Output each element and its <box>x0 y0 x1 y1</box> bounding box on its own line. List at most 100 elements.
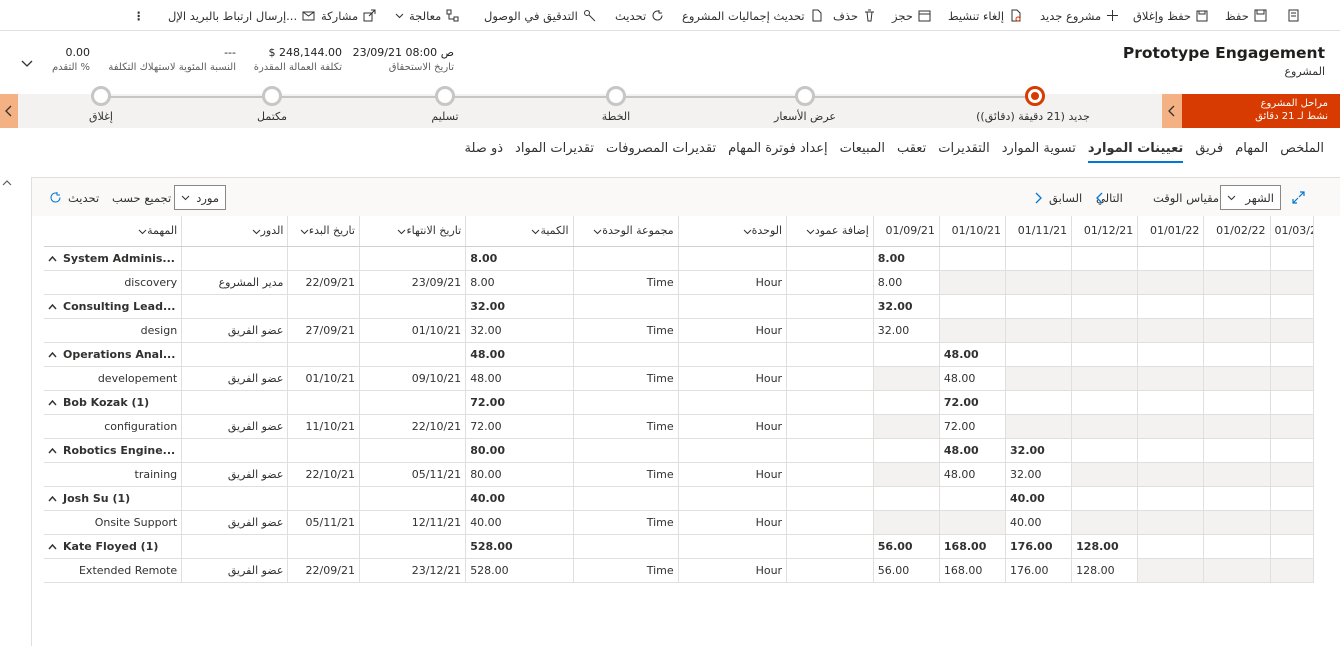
task-cell[interactable]: Onsite Support <box>44 510 183 535</box>
tab-team[interactable]: فريق <box>1195 141 1223 163</box>
collapse-caret-icon[interactable] <box>48 255 57 262</box>
tab-tasks[interactable]: المهام <box>1235 141 1268 163</box>
month-cell[interactable] <box>1071 510 1139 535</box>
unit-cell[interactable]: Hour <box>678 558 788 583</box>
deactivate-button[interactable]: إلغاء تنشيط <box>948 7 1022 24</box>
unit-cell[interactable]: Hour <box>678 270 788 295</box>
start-date-cell[interactable]: 22/09/21 <box>287 558 360 583</box>
collapse-caret-icon[interactable] <box>48 495 57 502</box>
group-name-cell[interactable]: Robotics Engine... <box>44 438 183 463</box>
month-cell[interactable] <box>1270 414 1315 439</box>
task-cell[interactable]: configuration <box>44 414 183 439</box>
month-cell[interactable] <box>1137 318 1205 343</box>
group-name-cell[interactable]: System Adminis... <box>44 246 183 271</box>
month-cell[interactable] <box>1071 414 1139 439</box>
role-cell[interactable]: مدير المشروع <box>181 270 289 295</box>
end-date-cell[interactable]: 05/11/21 <box>359 462 467 487</box>
col-quantity[interactable]: الكمية <box>465 216 574 247</box>
month-cell[interactable] <box>1005 318 1073 343</box>
task-cell[interactable]: training <box>44 462 183 487</box>
role-cell[interactable]: عضو الفريق <box>181 414 289 439</box>
tab-sales[interactable]: المبيعات <box>840 141 885 163</box>
month-cell[interactable] <box>1137 462 1205 487</box>
start-date-cell[interactable]: 22/10/21 <box>287 462 360 487</box>
book-button[interactable]: حجز <box>892 7 931 24</box>
month-cell[interactable] <box>873 462 940 487</box>
start-date-cell[interactable]: 01/10/21 <box>287 366 360 391</box>
unit-group-cell[interactable]: Time <box>573 318 679 343</box>
end-date-cell[interactable]: 22/10/21 <box>359 414 467 439</box>
process-button[interactable]: معالجة <box>395 7 459 24</box>
month-cell[interactable] <box>1137 558 1205 583</box>
month-cell[interactable] <box>939 270 1007 295</box>
month-cell[interactable]: 168.00 <box>939 558 1007 583</box>
unit-group-cell[interactable]: Time <box>573 558 679 583</box>
col-add-column[interactable]: إضافة عمود <box>786 216 874 247</box>
tab-tracking[interactable]: تعقب <box>897 141 926 163</box>
month-cell[interactable] <box>1203 414 1271 439</box>
start-date-cell[interactable]: 05/11/21 <box>287 510 360 535</box>
expand-icon[interactable] <box>1292 191 1305 204</box>
collapse-caret-icon[interactable] <box>48 303 57 310</box>
task-cell[interactable]: developement <box>44 366 183 391</box>
tab-task-billing-setup[interactable]: إعداد فوترة المهام <box>728 141 827 163</box>
month-cell[interactable]: 48.00 <box>939 366 1007 391</box>
start-date-cell[interactable]: 22/09/21 <box>287 270 360 295</box>
month-cell[interactable] <box>1203 462 1271 487</box>
form-scrollbar[interactable] <box>0 177 14 646</box>
grid-refresh-button[interactable]: تحديث <box>68 191 99 205</box>
month-cell[interactable] <box>1203 318 1271 343</box>
form-icon[interactable] <box>1287 7 1300 24</box>
group-name-cell[interactable]: Kate Floyed (1) <box>44 534 183 559</box>
group-row[interactable]: Operations Anal... 48.00 48.00 <box>44 342 1315 367</box>
tab-estimates[interactable]: التقديرات <box>938 141 990 163</box>
bpf-scroll-right[interactable] <box>1162 94 1182 128</box>
end-date-cell[interactable]: 23/12/21 <box>359 558 467 583</box>
unit-cell[interactable]: Hour <box>678 462 788 487</box>
quantity-cell[interactable]: 72.00 <box>465 414 574 439</box>
chevron-left-icon[interactable] <box>1096 192 1104 204</box>
month-cell[interactable]: 56.00 <box>873 558 940 583</box>
save-close-button[interactable]: حفظ وإغلاق <box>1133 7 1209 24</box>
quantity-cell[interactable]: 32.00 <box>465 318 574 343</box>
month-cell[interactable]: 32.00 <box>1005 462 1073 487</box>
col-start-date[interactable]: تاريخ البدء <box>287 216 360 247</box>
month-cell[interactable] <box>1005 366 1073 391</box>
previous-button[interactable]: السابق <box>1049 191 1082 205</box>
table-row[interactable]: Extended Remote عضو الفريق 22/09/21 23/12/2… <box>44 558 1315 583</box>
month-cell[interactable] <box>1270 558 1315 583</box>
new-project-button[interactable]: مشروع جديد <box>1040 7 1119 24</box>
role-cell[interactable]: عضو الفريق <box>181 366 289 391</box>
more-commands-button[interactable]: ⋮ <box>133 7 145 24</box>
month-cell[interactable] <box>1270 510 1315 535</box>
share-button[interactable]: مشاركة <box>321 7 376 24</box>
unit-group-cell[interactable]: Time <box>573 462 679 487</box>
month-cell[interactable] <box>1137 510 1205 535</box>
month-cell[interactable] <box>873 510 940 535</box>
month-cell[interactable] <box>1270 366 1315 391</box>
unit-group-cell[interactable]: Time <box>573 510 679 535</box>
month-cell[interactable] <box>873 414 940 439</box>
quantity-cell[interactable]: 8.00 <box>465 270 574 295</box>
group-row[interactable]: Consulting Lead... 32.00 32.00 <box>44 294 1315 319</box>
table-row[interactable]: developement عضو الفريق 01/10/21 09/10/21 48… <box>44 366 1315 391</box>
group-row[interactable]: Bob Kozak (1) 72.00 72.00 <box>44 390 1315 415</box>
chevron-down-icon[interactable] <box>20 56 34 70</box>
refresh-icon[interactable] <box>49 191 62 204</box>
collapse-caret-icon[interactable] <box>48 543 57 550</box>
month-cell[interactable] <box>1270 462 1315 487</box>
month-cell[interactable]: 176.00 <box>1005 558 1073 583</box>
unit-cell[interactable]: Hour <box>678 414 788 439</box>
month-cell[interactable]: 40.00 <box>1005 510 1073 535</box>
refresh-button[interactable]: تحديث <box>615 7 664 24</box>
month-cell[interactable] <box>1270 270 1315 295</box>
tab-resource-assignments[interactable]: تعيينات الموارد <box>1087 141 1184 163</box>
start-date-cell[interactable]: 11/10/21 <box>287 414 360 439</box>
month-cell[interactable]: 72.00 <box>939 414 1007 439</box>
unit-group-cell[interactable]: Time <box>573 270 679 295</box>
month-cell[interactable] <box>1203 270 1271 295</box>
role-cell[interactable]: عضو الفريق <box>181 510 289 535</box>
bpf-scroll-left[interactable] <box>0 94 18 128</box>
role-cell[interactable]: عضو الفريق <box>181 462 289 487</box>
collapse-caret-icon[interactable] <box>48 447 57 454</box>
